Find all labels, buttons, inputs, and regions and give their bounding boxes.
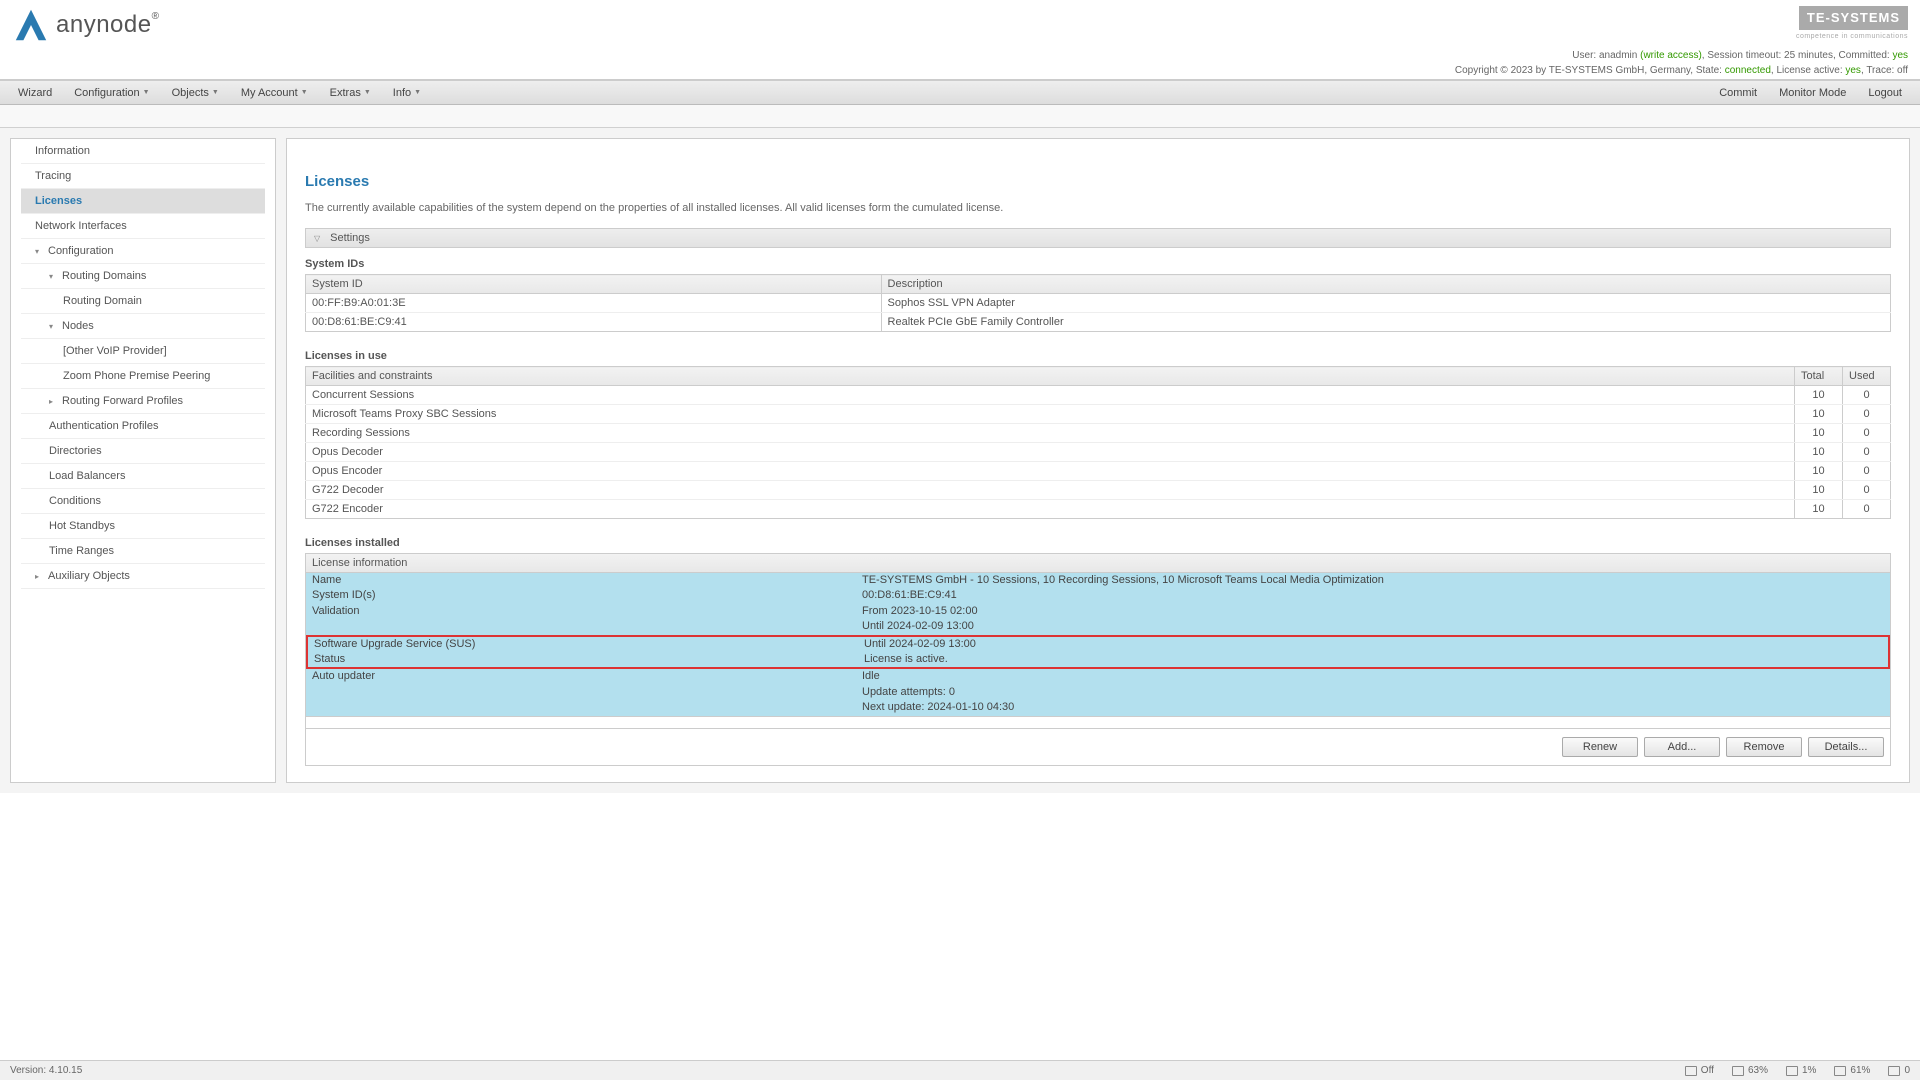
chevron-down-icon: ▼ — [143, 89, 150, 96]
sidebar-item[interactable]: Nodes — [21, 314, 265, 339]
menu-info[interactable]: Info▼ — [383, 83, 431, 103]
sidebar-item[interactable]: Routing Domain — [21, 289, 265, 314]
sidebar-item[interactable]: Routing Domains — [21, 264, 265, 289]
rec-icon — [1685, 1066, 1697, 1076]
sidebar-item[interactable]: Licenses — [21, 189, 265, 214]
sidebar-item[interactable]: Routing Forward Profiles — [21, 389, 265, 414]
license-buttons: Renew Add... Remove Details... — [305, 729, 1891, 766]
settings-collapsible[interactable]: ▽ Settings — [305, 228, 1891, 248]
menu-commit[interactable]: Commit — [1709, 83, 1767, 103]
sidebar-item[interactable]: Information — [21, 139, 265, 164]
license-info-header: License information — [306, 554, 1890, 573]
col-description: Description — [881, 275, 1890, 294]
table-row[interactable]: Microsoft Teams Proxy SBC Sessions100 — [306, 405, 1891, 424]
license-row: NameTE-SYSTEMS GmbH - 10 Sessions, 10 Re… — [306, 573, 1890, 588]
sidebar-item[interactable]: [Other VoIP Provider] — [21, 339, 265, 364]
license-row: Until 2024-02-09 13:00 — [306, 619, 1890, 634]
menu-logout[interactable]: Logout — [1858, 83, 1912, 103]
sidebar: InformationTracingLicensesNetwork Interf… — [10, 138, 276, 783]
sidebar-item[interactable]: Hot Standbys — [21, 514, 265, 539]
menu-monitor-mode[interactable]: Monitor Mode — [1769, 83, 1856, 103]
sidebar-item[interactable]: Tracing — [21, 164, 265, 189]
license-row: ValidationFrom 2023-10-15 02:00 — [306, 604, 1890, 619]
secondary-bar — [0, 105, 1920, 128]
te-systems-logo: TE-SYSTEMS — [1799, 6, 1908, 30]
menu-my-account[interactable]: My Account▼ — [231, 83, 318, 103]
licenses-in-use-heading: Licenses in use — [305, 350, 1891, 362]
sidebar-item[interactable]: Authentication Profiles — [21, 414, 265, 439]
te-systems-tagline: competence in communications — [1796, 32, 1908, 43]
sidebar-item[interactable]: Load Balancers — [21, 464, 265, 489]
sidebar-item[interactable]: Zoom Phone Premise Peering — [21, 364, 265, 389]
table-row[interactable]: Recording Sessions100 — [306, 424, 1891, 443]
system-ids-table: System ID Description 00:FF:B9:A0:01:3ES… — [305, 274, 1891, 332]
table-row[interactable]: G722 Decoder100 — [306, 481, 1891, 500]
renew-button[interactable]: Renew — [1562, 737, 1638, 757]
license-row: Update attempts: 0 — [306, 685, 1890, 700]
disk-icon — [1732, 1066, 1744, 1076]
col-facilities: Facilities and constraints — [306, 367, 1795, 386]
sidebar-item[interactable]: Directories — [21, 439, 265, 464]
logo: anynode® — [12, 6, 159, 44]
col-total: Total — [1795, 367, 1843, 386]
sidebar-item[interactable]: Configuration — [21, 239, 265, 264]
menu-configuration[interactable]: Configuration▼ — [64, 83, 159, 103]
system-ids-heading: System IDs — [305, 258, 1891, 270]
sus-status-highlight: Software Upgrade Service (SUS)Until 2024… — [306, 635, 1890, 670]
licenses-in-use-table: Facilities and constraints Total Used Co… — [305, 366, 1891, 519]
sidebar-item[interactable]: Conditions — [21, 489, 265, 514]
sidebar-item[interactable]: Time Ranges — [21, 539, 265, 564]
chevron-down-icon: ▼ — [212, 89, 219, 96]
chevron-down-icon: ▼ — [364, 89, 371, 96]
table-row[interactable]: G722 Encoder100 — [306, 500, 1891, 519]
chevron-down-icon: ▽ — [314, 234, 320, 243]
col-system-id: System ID — [306, 275, 882, 294]
license-row: Auto updaterIdle — [306, 669, 1890, 684]
settings-label: Settings — [330, 232, 370, 244]
table-row[interactable]: Opus Encoder100 — [306, 462, 1891, 481]
copyright-line: Copyright © 2023 by TE-SYSTEMS GmbH, Ger… — [1455, 63, 1908, 78]
license-row: Next update: 2024-01-10 04:30 — [306, 700, 1890, 715]
license-row: Software Upgrade Service (SUS)Until 2024… — [308, 637, 1888, 652]
main-panel: Licenses The currently available capabil… — [286, 138, 1910, 783]
menu-wizard[interactable]: Wizard — [8, 83, 62, 103]
brand-name: anynode® — [56, 11, 159, 39]
table-row[interactable]: 00:D8:61:BE:C9:41Realtek PCIe GbE Family… — [306, 313, 1891, 332]
sidebar-item[interactable]: Auxiliary Objects — [21, 564, 265, 589]
chevron-down-icon: ▼ — [301, 89, 308, 96]
mem-icon — [1834, 1066, 1846, 1076]
table-row[interactable]: Concurrent Sessions100 — [306, 386, 1891, 405]
licenses-installed-heading: Licenses installed — [305, 537, 1891, 549]
license-row: System ID(s)00:D8:61:BE:C9:41 — [306, 588, 1890, 603]
version-label: Version: 4.10.15 — [10, 1065, 82, 1076]
page-title: Licenses — [305, 173, 1891, 190]
footer-stats: Off 63% 1% 61% 0 — [1685, 1065, 1910, 1076]
session-info-line: User: anadmin (write access), Session ti… — [1572, 48, 1908, 63]
chevron-down-icon: ▼ — [414, 89, 421, 96]
menu-extras[interactable]: Extras▼ — [320, 83, 381, 103]
col-used: Used — [1843, 367, 1891, 386]
add-button[interactable]: Add... — [1644, 737, 1720, 757]
menu-objects[interactable]: Objects▼ — [162, 83, 229, 103]
sidebar-item[interactable]: Network Interfaces — [21, 214, 265, 239]
anynode-logo-icon — [12, 6, 50, 44]
remove-button[interactable]: Remove — [1726, 737, 1802, 757]
menubar-right: Commit Monitor Mode Logout — [1709, 83, 1912, 103]
table-row[interactable]: Opus Decoder100 — [306, 443, 1891, 462]
license-info-panel[interactable]: License information NameTE-SYSTEMS GmbH … — [305, 553, 1891, 729]
cpu-icon — [1786, 1066, 1798, 1076]
conn-icon — [1888, 1066, 1900, 1076]
table-row[interactable]: 00:FF:B9:A0:01:3ESophos SSL VPN Adapter — [306, 294, 1891, 313]
menubar-left: Wizard Configuration▼ Objects▼ My Accoun… — [8, 83, 431, 103]
page-description: The currently available capabilities of … — [305, 202, 1891, 214]
details-button[interactable]: Details... — [1808, 737, 1884, 757]
license-row: StatusLicense is active. — [308, 652, 1888, 667]
